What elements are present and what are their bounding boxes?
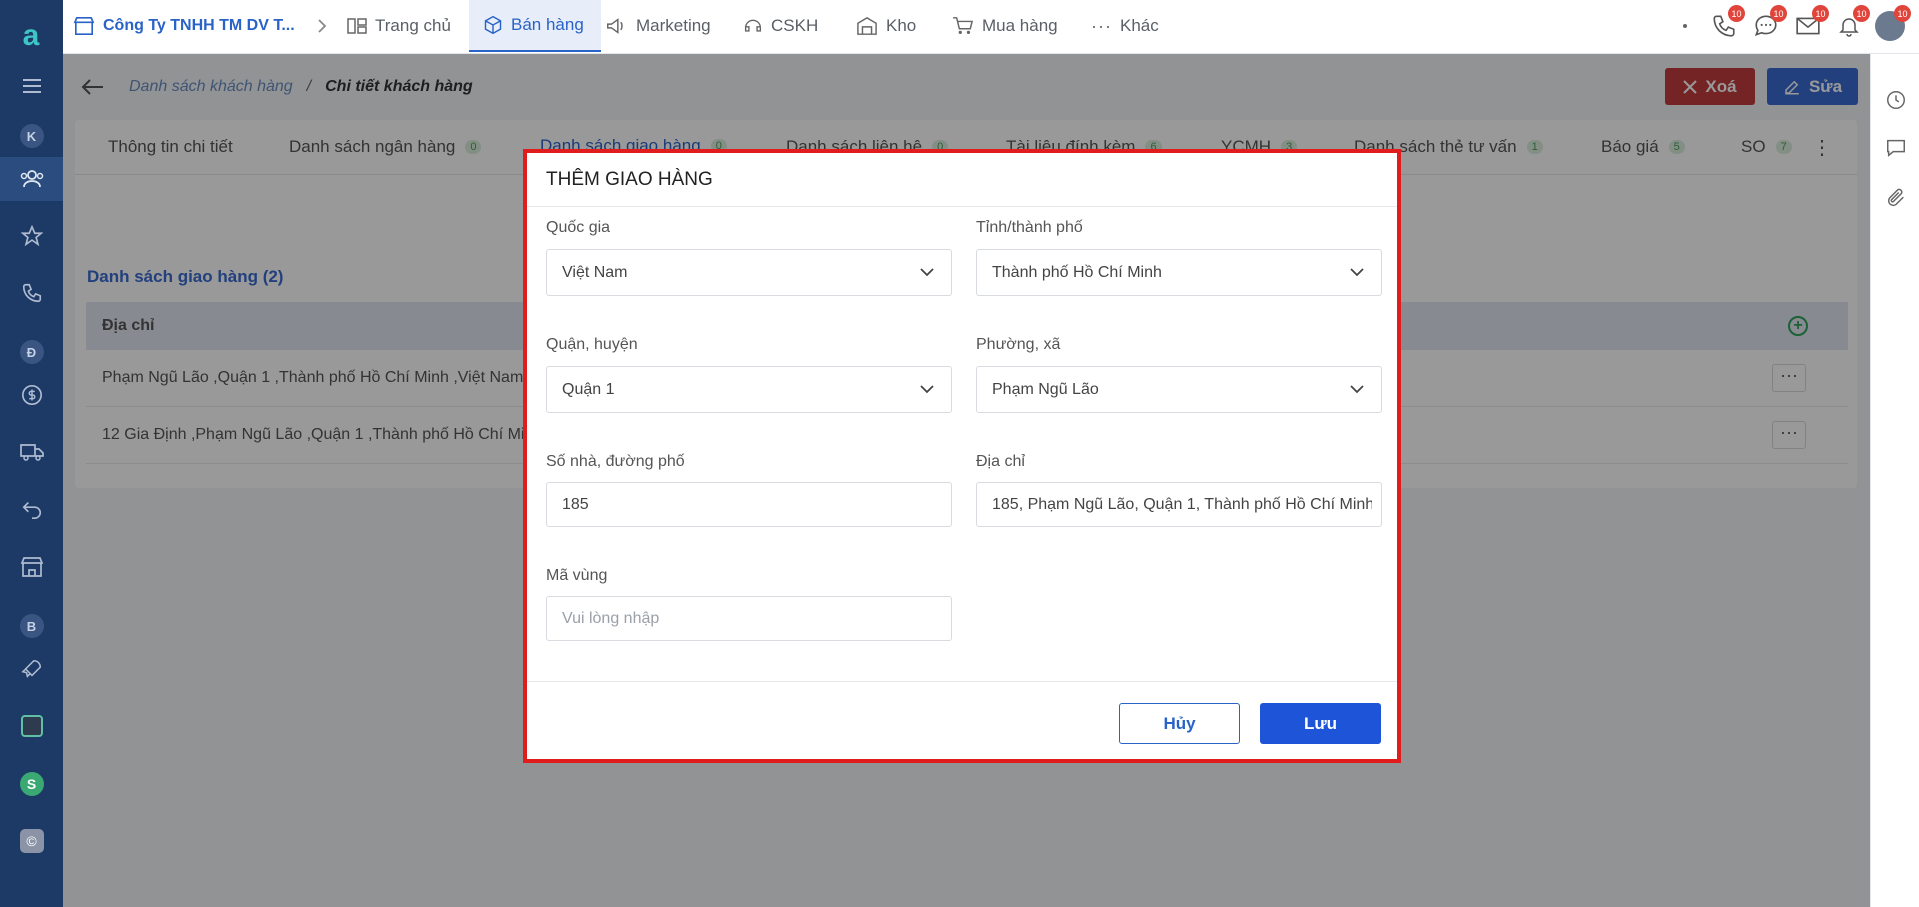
paperclip-icon[interactable] (1882, 184, 1910, 212)
chat-icon[interactable]: 10 (1751, 5, 1787, 41)
rail-item-k[interactable]: K (0, 114, 63, 158)
box-icon (484, 15, 502, 35)
add-shipping-modal: THÊM GIAO HÀNG Quốc gia Việt Nam Tỉnh/th… (523, 149, 1401, 763)
s-app-icon[interactable]: S (0, 762, 63, 806)
rocket-icon[interactable] (0, 647, 63, 691)
district-select[interactable]: Quận 1 (546, 366, 952, 413)
chevron-down-icon (1350, 385, 1364, 394)
ward-select[interactable]: Phạm Ngũ Lão (976, 366, 1382, 413)
nav-more[interactable]: ··· Khác (1091, 0, 1159, 52)
left-sidebar: a K Đ B S © (0, 0, 63, 907)
rail-letter-k: K (19, 124, 44, 148)
nav-label: Khác (1119, 16, 1159, 35)
chevron-down-icon (920, 385, 934, 394)
district-value: Quận 1 (562, 380, 615, 398)
nav-marketing[interactable]: Marketing (604, 0, 711, 52)
menu-toggle-icon[interactable] (0, 64, 63, 108)
dashboard-icon (347, 18, 367, 34)
nav-label: Marketing (636, 16, 711, 35)
store-icon (73, 17, 95, 35)
ward-value: Phạm Ngũ Lão (992, 380, 1099, 398)
cart-icon (953, 17, 974, 34)
nav-home[interactable]: Trang chủ (347, 0, 451, 52)
nav-warehouse[interactable]: Kho (856, 0, 916, 52)
street-label: Số nhà, đường phố (546, 453, 685, 470)
nav-sales[interactable]: Bán hàng (469, 0, 601, 52)
c-square-icon: © (19, 829, 44, 853)
phone-icon[interactable] (0, 271, 63, 315)
chevron-down-icon (1350, 268, 1364, 277)
notification-badge: 10 (1894, 5, 1911, 22)
area-code-field[interactable] (546, 596, 952, 641)
dot-icon (1680, 11, 1690, 41)
return-icon[interactable] (0, 487, 63, 531)
dollar-icon[interactable] (0, 373, 63, 417)
nav-label: CSKH (771, 16, 819, 35)
notification-badge: 10 (1853, 5, 1870, 22)
address-label: Địa chỉ (976, 453, 1025, 470)
district-label: Quận, huyện (546, 336, 638, 353)
more-dots-icon: ··· (1091, 15, 1112, 36)
modal-footer-divider (527, 681, 1397, 682)
warehouse-icon (857, 16, 877, 35)
province-value: Thành phố Hồ Chí Minh (992, 263, 1162, 281)
app-logo[interactable]: a (14, 20, 48, 54)
province-select[interactable]: Thành phố Hồ Chí Minh (976, 249, 1382, 296)
street-input[interactable] (562, 495, 942, 514)
app-icon[interactable] (0, 704, 63, 748)
modal-title: THÊM GIAO HÀNG (527, 153, 1397, 207)
rail-item-b[interactable]: B (0, 604, 63, 648)
nav-label: Trang chủ (375, 16, 451, 35)
store-icon[interactable] (0, 545, 63, 589)
ward-label: Phường, xã (976, 336, 1061, 353)
nav-label: Mua hàng (982, 16, 1058, 35)
province-label: Tỉnh/thành phố (976, 219, 1083, 236)
area-code-input[interactable] (562, 609, 942, 628)
truck-icon[interactable] (0, 430, 63, 474)
chevron-down-icon (920, 268, 934, 277)
country-select[interactable]: Việt Nam (546, 249, 952, 296)
address-field[interactable] (976, 482, 1382, 527)
headset-icon (744, 19, 762, 32)
chevron-right-icon (318, 19, 326, 33)
copyright-icon[interactable]: © (0, 819, 63, 863)
megaphone-icon (607, 18, 623, 34)
phone-icon[interactable]: 10 (1709, 5, 1745, 41)
comment-icon[interactable] (1882, 134, 1910, 162)
cancel-button[interactable]: Hủy (1119, 703, 1240, 744)
street-field[interactable] (546, 482, 952, 527)
area-code-label: Mã vùng (546, 567, 608, 584)
save-button[interactable]: Lưu (1260, 703, 1381, 744)
right-sidebar (1870, 54, 1919, 907)
rail-item-d[interactable]: Đ (0, 330, 63, 374)
customers-icon[interactable] (0, 157, 63, 201)
star-icon[interactable] (0, 214, 63, 258)
notification-badge: 10 (1728, 5, 1745, 22)
nav-cskh[interactable]: CSKH (743, 0, 818, 52)
app-square-icon (20, 715, 43, 737)
mail-icon[interactable]: 10 (1793, 5, 1829, 41)
country-value: Việt Nam (562, 263, 628, 281)
notification-badge: 10 (1770, 5, 1787, 22)
country-label: Quốc gia (546, 219, 611, 236)
nav-purchase[interactable]: Mua hàng (952, 0, 1058, 52)
top-navigation: Công Ty TNHH TM DV T... Trang chủ Bán hà… (63, 0, 1919, 54)
clock-icon[interactable] (1882, 86, 1910, 114)
rail-letter-b: B (19, 614, 44, 638)
bell-icon[interactable]: 10 (1834, 5, 1870, 41)
company-name: Công Ty TNHH TM DV T... (103, 17, 295, 34)
avatar[interactable]: 10 (1875, 5, 1911, 41)
nav-label: Bán hàng (511, 15, 584, 34)
notification-badge: 10 (1812, 5, 1829, 22)
s-circle-icon: S (19, 772, 44, 796)
address-input[interactable] (992, 495, 1372, 514)
nav-label: Kho (886, 16, 917, 35)
rail-letter-d: Đ (19, 340, 44, 364)
company-selector[interactable]: Công Ty TNHH TM DV T... (73, 0, 327, 52)
